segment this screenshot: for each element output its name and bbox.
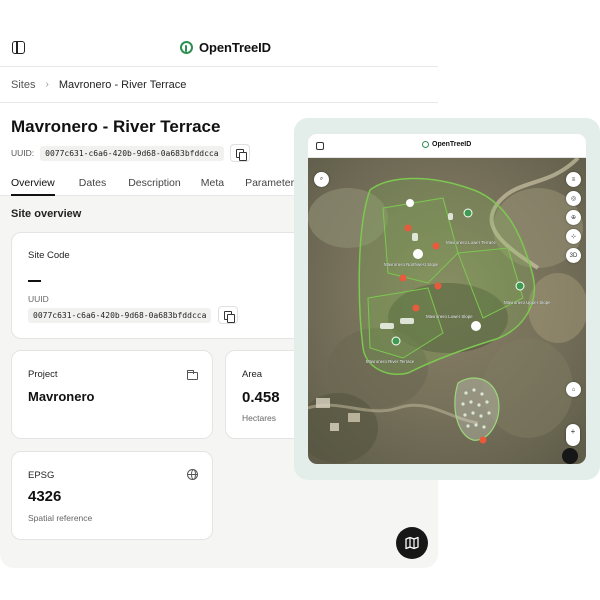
project-card: Project Mavronero: [11, 350, 213, 439]
breadcrumb-current: Mavronero - River Terrace: [58, 78, 187, 91]
map-label: Mavronero Lower Terrace: [446, 240, 497, 245]
3d-toggle-button[interactable]: 3D: [566, 248, 581, 263]
epsg-description: Spatial reference: [28, 513, 93, 523]
tablet-screen: OpenTreeID Mavronero Lower Terrace Mavro…: [308, 134, 586, 464]
project-value: Mavronero: [28, 389, 95, 404]
uuid-row: UUID: 0077c631-c6a6-420b-9d68-0a683bfddc…: [11, 144, 250, 162]
layers-icon[interactable]: ≡: [566, 172, 581, 187]
area-value: 0.458: [242, 389, 280, 406]
project-label: Project: [28, 369, 58, 380]
tablet-frame: OpenTreeID Mavronero Lower Terrace Mavro…: [294, 118, 600, 480]
open-map-button[interactable]: [396, 527, 428, 559]
uuid-label: UUID: [28, 294, 49, 304]
epsg-value: 4326: [28, 488, 62, 505]
compass-icon[interactable]: ◎: [566, 191, 581, 206]
page-title: Mavronero - River Terrace: [11, 117, 221, 136]
tree-logo-icon: [422, 141, 429, 148]
section-title: Site overview: [11, 208, 82, 220]
tablet-brand: OpenTreeID: [422, 141, 471, 148]
tab-description[interactable]: Description: [128, 171, 181, 196]
tab-dates[interactable]: Dates: [79, 171, 106, 196]
search-icon[interactable]: ⌕: [314, 172, 329, 187]
map-label: Mavronero Northwest Slope: [384, 262, 439, 267]
map-icon: [405, 536, 419, 550]
uuid-value: 0077c631-c6a6-420b-9d68-0a683bfddcca: [28, 308, 212, 323]
map-label: Mavronero River Terrace: [366, 359, 415, 364]
uuid-value: 0077c631-c6a6-420b-9d68-0a683bfddcca: [40, 145, 224, 161]
epsg-label: EPSG: [28, 470, 55, 481]
tablet-top-bar: OpenTreeID: [308, 134, 586, 158]
map-label: Mavronero Lower Slope: [426, 314, 473, 319]
brand-name: OpenTreeID: [199, 40, 271, 55]
zoom-control: +: [566, 424, 580, 446]
copy-uuid-button[interactable]: [229, 144, 250, 162]
locate-icon[interactable]: ⊕: [566, 210, 581, 225]
map-label: Mavronero Upper Slope: [504, 300, 551, 305]
tab-meta[interactable]: Meta: [201, 171, 224, 196]
zoom-in-button[interactable]: +: [566, 424, 580, 441]
map-icon[interactable]: [562, 448, 578, 464]
site-code-label: Site Code: [28, 250, 70, 261]
measure-icon[interactable]: ⊹: [566, 229, 581, 244]
tab-overview[interactable]: Overview: [11, 171, 55, 196]
folder-icon: [187, 370, 198, 380]
sidebar-toggle-icon[interactable]: [316, 142, 324, 150]
uuid-label: UUID:: [11, 148, 35, 158]
epsg-card: EPSG 4326 Spatial reference: [11, 451, 213, 540]
site-code-value: [28, 280, 41, 282]
breadcrumb-sites-link[interactable]: Sites: [11, 79, 35, 91]
brand: OpenTreeID: [180, 40, 271, 55]
area-label: Area: [242, 369, 263, 380]
chevron-right-icon: ›: [45, 79, 49, 90]
tablet-brand-name: OpenTreeID: [432, 141, 472, 148]
satellite-map[interactable]: Mavronero Lower Terrace Mavronero Lower …: [308, 158, 586, 464]
top-bar: OpenTreeID: [0, 0, 438, 67]
tree-logo-icon: [180, 41, 193, 54]
tab-parameters[interactable]: Parameters: [245, 171, 299, 196]
home-icon[interactable]: ⌂: [566, 382, 581, 397]
area-unit: Hectares: [242, 413, 277, 423]
globe-icon: [187, 469, 198, 480]
copy-uuid-button[interactable]: [218, 306, 238, 324]
sidebar-toggle-icon[interactable]: [12, 41, 25, 54]
site-code-card: Site Code UUID 0077c631-c6a6-420b-9d68-0…: [11, 232, 311, 339]
breadcrumb: Sites › Mavronero - River Terrace: [0, 67, 438, 103]
